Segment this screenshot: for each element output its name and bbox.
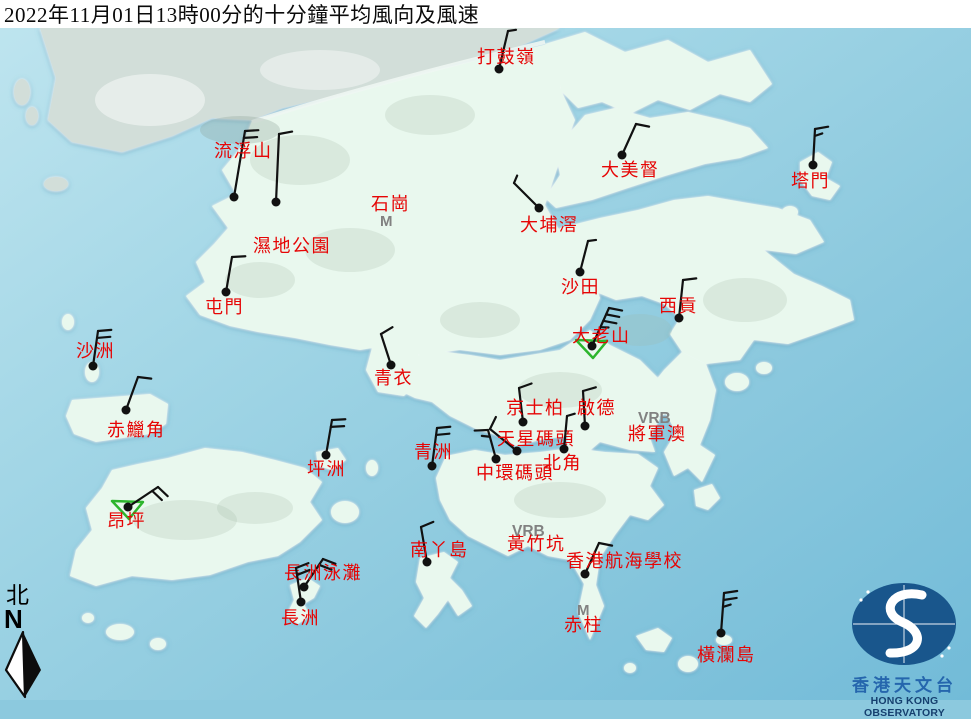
wind-barb-tick bbox=[508, 30, 516, 31]
station-dot bbox=[297, 598, 306, 607]
station-label: 屯門 bbox=[205, 297, 244, 317]
station-dot bbox=[809, 161, 818, 170]
station-dot bbox=[89, 362, 98, 371]
title-bar: 2022年11月01日13時00分的十分鐘平均風向及風速 bbox=[0, 0, 971, 28]
wind-barb-tick bbox=[475, 430, 488, 431]
station-label: 流浮山 bbox=[214, 141, 273, 161]
wind-barb-tick bbox=[436, 434, 449, 435]
north-compass: 北 N bbox=[3, 584, 49, 704]
station-label: 赤柱 bbox=[564, 615, 603, 635]
station-dot bbox=[581, 422, 590, 431]
station-label: 大埔滘 bbox=[520, 215, 579, 235]
station-label: 沙洲 bbox=[76, 341, 115, 361]
north-arrow-icon bbox=[3, 631, 45, 699]
station-label: 沙田 bbox=[561, 277, 600, 297]
station-label: 啟德 bbox=[577, 398, 616, 418]
station-label: 打鼓嶺 bbox=[477, 47, 536, 67]
station-label: 青衣 bbox=[374, 368, 413, 388]
station-label: 京士柏 bbox=[506, 398, 565, 418]
station-label: 赤鱲角 bbox=[107, 420, 166, 440]
wind-barb-tick bbox=[588, 240, 596, 241]
hong-kong-wind-map: 打鼓嶺流浮山濕地公園 M石崗 大美督塔門大埔滘沙田西貢大老山 屯門沙洲赤鱲角 青衣昂坪 坪… bbox=[0, 0, 971, 700]
hko-logo: 香港天文台 HONG KONG OBSERVATORY bbox=[838, 578, 971, 719]
wind-barb-tick bbox=[437, 427, 450, 428]
station-dot bbox=[519, 418, 528, 427]
hko-logo-icon bbox=[838, 578, 971, 670]
station-dot bbox=[222, 288, 231, 297]
station-dot bbox=[230, 193, 239, 202]
station-label: 長洲 bbox=[281, 608, 320, 628]
station-label: 大老山 bbox=[572, 326, 631, 346]
wind-barb-tick bbox=[482, 436, 490, 437]
hko-logo-chinese: 香港天文台 bbox=[838, 677, 971, 695]
wind-barb-tick bbox=[332, 419, 345, 420]
wind-barb-tick bbox=[244, 137, 257, 138]
station-label: 塔門 bbox=[791, 171, 830, 191]
station-label: 西貢 bbox=[659, 296, 698, 316]
station-label: 黃竹坑 bbox=[507, 534, 566, 554]
wind-barb-tick bbox=[98, 330, 111, 331]
station-label: 將軍澳 bbox=[628, 424, 687, 444]
station-dot bbox=[300, 583, 309, 592]
wind-barb-tick bbox=[232, 256, 245, 257]
station-label: 石崗 bbox=[371, 194, 410, 214]
wind-barb-tick bbox=[245, 130, 258, 131]
station-label: 昂坪 bbox=[107, 511, 146, 531]
station-label: 香港航海學校 bbox=[566, 551, 683, 571]
map-title: 2022年11月01日13時00分的十分鐘平均風向及風速 bbox=[0, 0, 479, 29]
station-dot bbox=[717, 629, 726, 638]
station-label: 青洲 bbox=[414, 442, 453, 462]
station-dot bbox=[122, 406, 131, 415]
station-label: 坪洲 bbox=[307, 459, 346, 479]
station-dot bbox=[576, 268, 585, 277]
north-label-letter: N bbox=[4, 608, 49, 630]
station-label: 北角 bbox=[543, 453, 582, 473]
station-dot bbox=[272, 198, 281, 207]
station-label: 大美督 bbox=[601, 160, 660, 180]
station-flag-m: M bbox=[380, 213, 393, 230]
hko-logo-english: HONG KONG OBSERVATORY bbox=[838, 695, 971, 719]
wind-map-page: 打鼓嶺流浮山濕地公園 M石崗 大美督塔門大埔滘沙田西貢大老山 屯門沙洲赤鱲角 青衣昂坪 坪… bbox=[0, 0, 971, 700]
station-dot bbox=[428, 462, 437, 471]
wind-barb-tick bbox=[331, 426, 344, 427]
station-dot bbox=[618, 151, 627, 160]
station-label: 南丫島 bbox=[410, 540, 469, 560]
station-dot bbox=[535, 204, 544, 213]
station-label: 濕地公園 bbox=[253, 236, 331, 256]
wind-barb-tick bbox=[97, 337, 110, 338]
station-label: 橫瀾島 bbox=[697, 645, 756, 665]
